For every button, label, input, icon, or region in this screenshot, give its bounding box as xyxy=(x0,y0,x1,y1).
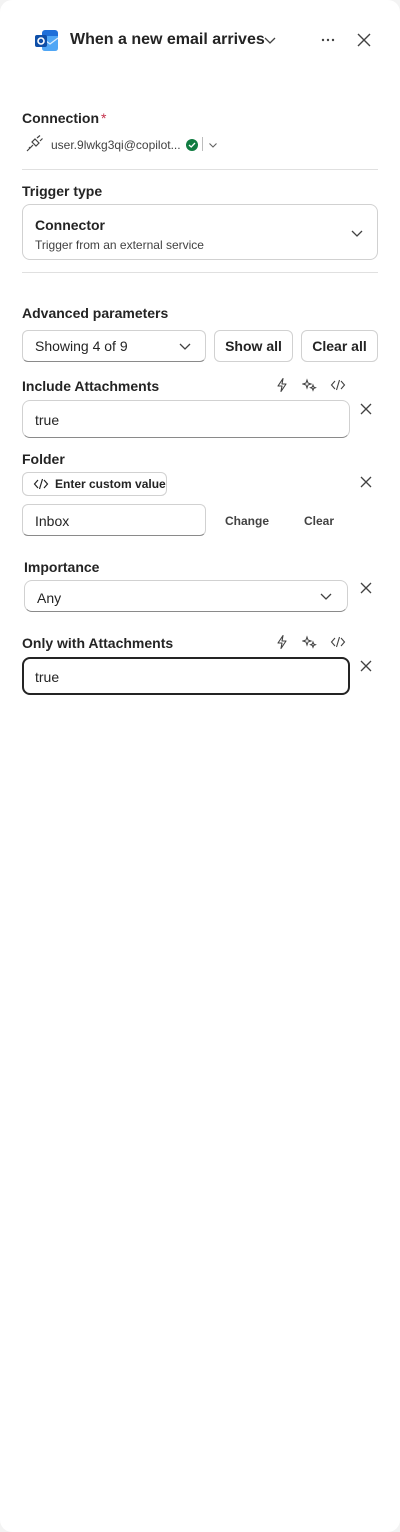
enter-custom-value-button[interactable]: Enter custom value xyxy=(22,472,167,496)
clear-all-button[interactable]: Clear all xyxy=(301,330,378,362)
more-options-icon[interactable] xyxy=(318,30,338,50)
remove-parameter-icon[interactable] xyxy=(359,581,373,595)
folder-value: Inbox xyxy=(35,513,70,529)
code-icon[interactable] xyxy=(330,634,346,650)
only-with-attachments-label: Only with Attachments xyxy=(22,635,174,651)
enter-custom-value-label: Enter custom value xyxy=(55,477,166,491)
code-icon[interactable] xyxy=(330,377,346,393)
close-icon[interactable] xyxy=(355,31,373,49)
folder-label: Folder xyxy=(22,451,65,467)
divider xyxy=(22,272,378,273)
chevron-down-icon[interactable] xyxy=(319,589,333,603)
trigger-type-title: Connector xyxy=(35,217,105,233)
chevron-down-icon[interactable] xyxy=(350,226,364,240)
connection-account[interactable]: user.9lwkg3qi@copilot... xyxy=(51,138,181,152)
only-with-attachments-input[interactable] xyxy=(22,657,350,695)
chevron-down-icon[interactable] xyxy=(178,339,192,353)
lightning-icon[interactable] xyxy=(274,634,290,650)
clear-folder-button[interactable]: Clear xyxy=(304,514,334,528)
sparkle-icon[interactable] xyxy=(302,634,318,650)
remove-parameter-icon[interactable] xyxy=(359,659,373,673)
connection-label-text: Connection xyxy=(22,110,99,126)
plug-icon xyxy=(25,135,43,153)
divider xyxy=(22,169,378,170)
page-title: When a new email arrives xyxy=(70,31,265,48)
required-mark: * xyxy=(101,110,107,126)
connection-chevron-down-icon[interactable] xyxy=(208,140,218,150)
connection-separator xyxy=(202,137,203,151)
trigger-type-label: Trigger type xyxy=(22,183,103,199)
check-circle-icon xyxy=(186,138,198,151)
sparkle-icon[interactable] xyxy=(302,377,318,393)
show-all-button[interactable]: Show all xyxy=(214,330,293,362)
outlook-icon xyxy=(34,27,60,53)
change-folder-button[interactable]: Change xyxy=(225,514,269,528)
trigger-type-subtitle: Trigger from an external service xyxy=(35,238,204,252)
parameters-dropdown-value: Showing 4 of 9 xyxy=(35,338,128,354)
importance-dropdown[interactable] xyxy=(24,580,348,612)
chevron-down-icon[interactable] xyxy=(263,33,277,47)
trigger-panel: When a new email arrives Connection * use… xyxy=(0,0,400,1532)
remove-parameter-icon[interactable] xyxy=(359,475,373,489)
code-icon xyxy=(33,478,49,490)
remove-parameter-icon[interactable] xyxy=(359,402,373,416)
include-attachments-value: true xyxy=(35,412,60,428)
include-attachments-input[interactable] xyxy=(22,400,350,438)
only-with-attachments-value: true xyxy=(35,669,60,685)
lightning-icon[interactable] xyxy=(274,377,290,393)
connection-label: Connection * xyxy=(22,110,106,126)
advanced-parameters-label: Advanced parameters xyxy=(22,305,169,321)
importance-value: Any xyxy=(37,590,62,606)
include-attachments-label: Include Attachments xyxy=(22,378,160,394)
importance-label: Importance xyxy=(24,559,100,575)
